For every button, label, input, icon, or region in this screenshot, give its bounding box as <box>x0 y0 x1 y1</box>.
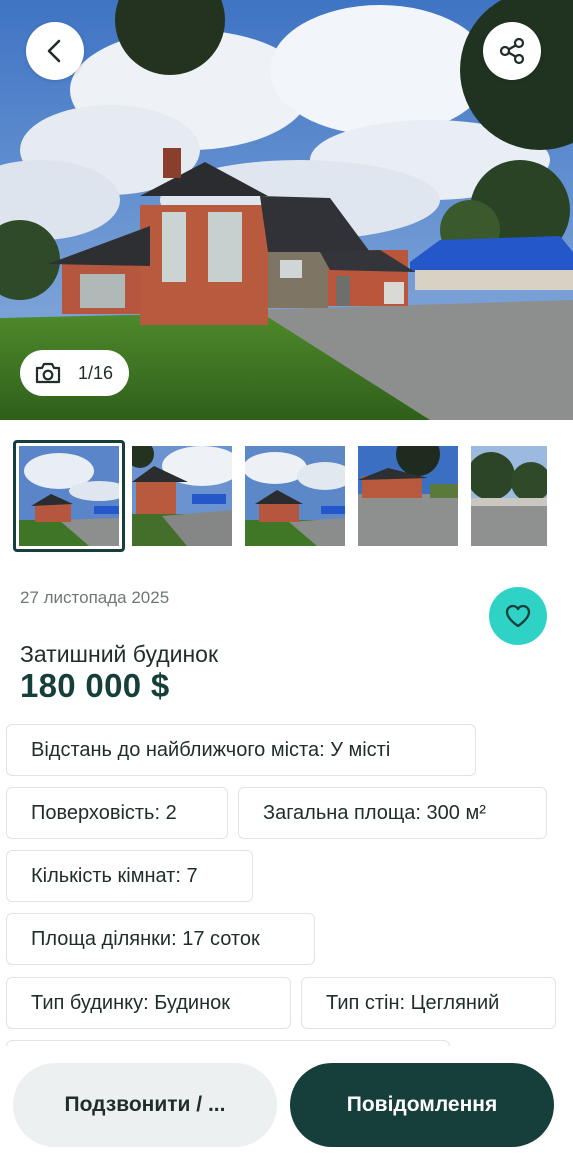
feature-chip: Тип будинку: Будинок <box>6 977 291 1029</box>
thumbnail-image <box>471 446 547 546</box>
thumbnail-image <box>358 446 458 546</box>
favorite-button[interactable] <box>489 587 547 645</box>
feature-chip: Площа ділянки: 17 соток <box>6 913 315 965</box>
share-icon <box>499 37 525 65</box>
feature-chip: Відстань до найближчого міста: У місті <box>6 724 476 776</box>
call-button[interactable]: Подзвонити / ... <box>13 1063 277 1147</box>
action-bar: Подзвонити / ... Повідомлення <box>0 1046 573 1159</box>
feature-chip: Тип стін: Цегляний <box>301 977 556 1029</box>
message-button[interactable]: Повідомлення <box>290 1063 554 1147</box>
thumbnail-image <box>132 446 232 546</box>
thumbnail-image <box>245 446 345 546</box>
thumbnail-4[interactable] <box>358 446 458 546</box>
heart-icon <box>505 604 531 628</box>
listing-price: 180 000 $ <box>20 667 170 704</box>
thumbnail-2[interactable] <box>132 446 232 546</box>
thumbnail-1[interactable] <box>13 440 125 552</box>
back-button[interactable] <box>26 22 84 80</box>
thumbnail-5[interactable] <box>471 446 547 546</box>
thumbnail-3[interactable] <box>245 446 345 546</box>
main-photo[interactable]: 1/16 <box>0 0 573 420</box>
listing-date: 27 листопада 2025 <box>20 588 170 607</box>
listing-title: Затишний будинок <box>20 641 219 667</box>
photo-counter-text: 1/16 <box>78 362 114 383</box>
feature-chip: Загальна площа: 300 м² <box>238 787 547 839</box>
thumbnail-strip[interactable] <box>0 440 573 552</box>
share-button[interactable] <box>483 22 541 80</box>
feature-chip: Кількість кімнат: 7 <box>6 850 253 902</box>
feature-chip: Поверховість: 2 <box>6 787 228 839</box>
camera-icon <box>35 362 61 384</box>
photo-counter[interactable]: 1/16 <box>20 350 130 396</box>
chevron-left-icon <box>47 39 61 63</box>
thumbnail-image <box>19 446 119 546</box>
